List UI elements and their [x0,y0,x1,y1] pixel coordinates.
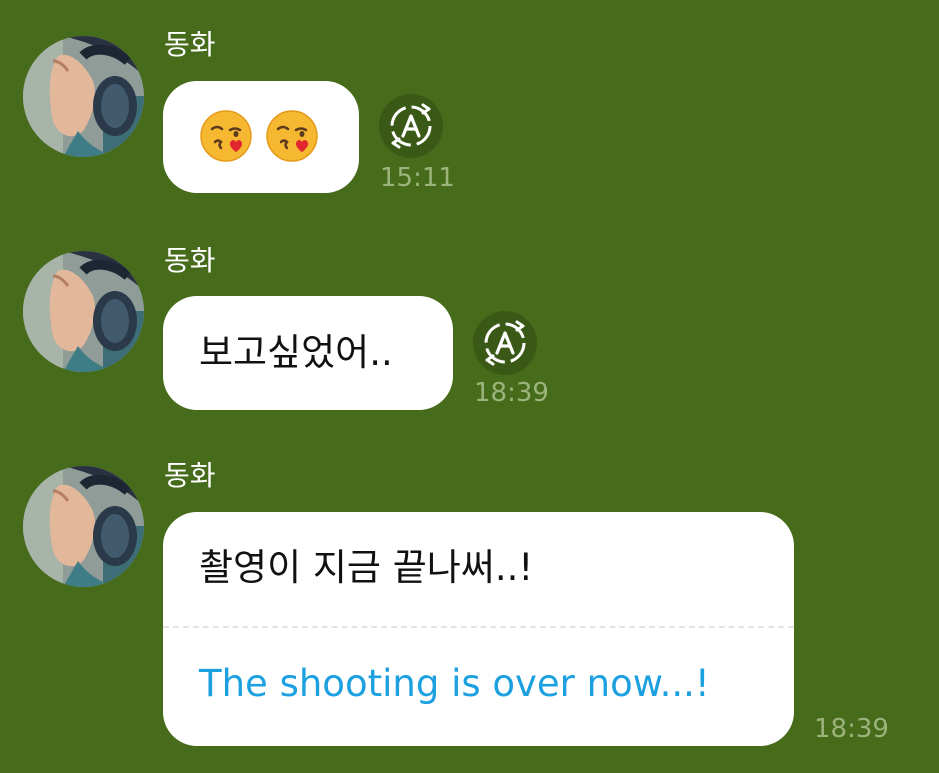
sender-name: 동화 [164,459,216,492]
sender-avatar[interactable] [23,36,144,157]
message-time: 15:11 [380,163,455,193]
translate-button[interactable] [473,311,537,375]
message-bubble-translated[interactable]: 촬영이 지금 끝나써..! The shooting is over now..… [163,512,794,746]
translate-icon [379,94,443,158]
kissing-face-with-heart-emoji [199,109,253,163]
translation-text: The shooting is over now...! [199,662,710,705]
message-text: 보고싶었어.. [199,331,393,374]
translate-icon [473,311,537,375]
message-bubble[interactable]: 보고싶었어.. [163,296,453,410]
sender-avatar[interactable] [23,466,144,587]
message-bubble[interactable] [163,81,359,193]
sender-avatar[interactable] [23,251,144,372]
kissing-face-with-heart-emoji [265,109,319,163]
message-time: 18:39 [474,378,549,408]
translate-button[interactable] [379,94,443,158]
message-text: 촬영이 지금 끝나써..! [199,546,534,589]
message-time: 18:39 [814,714,889,744]
sender-name: 동화 [164,28,216,61]
translation-divider [163,626,794,628]
sender-name: 동화 [164,244,216,277]
emoji-row [199,109,319,163]
